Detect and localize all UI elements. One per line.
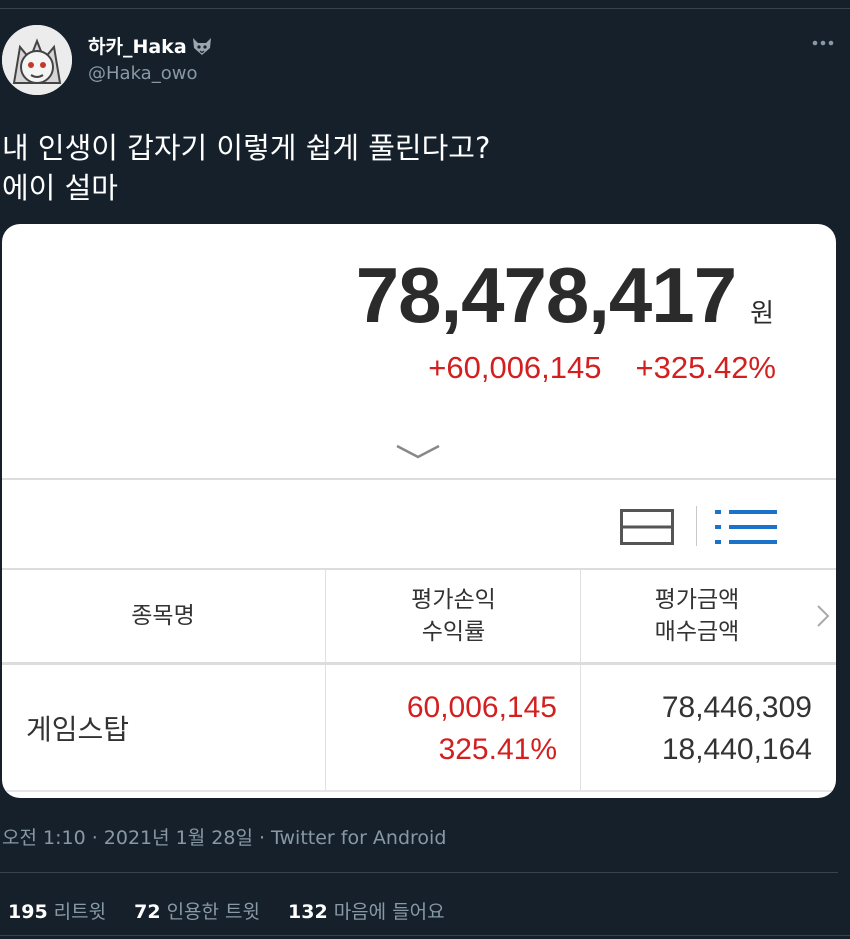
- stock-buy-amount: 18,440,164: [661, 733, 812, 766]
- grid-view-icon[interactable]: [620, 509, 674, 545]
- column-header-value[interactable]: 평가금액 매수금액: [580, 570, 813, 662]
- stock-eval-amount: 78,446,309: [661, 691, 812, 724]
- tweet-text: 내 인생이 갑자기 이렇게 쉽게 풀린다고? 에이 설마: [2, 128, 490, 208]
- stock-profit-cell: 60,006,145 325.41%: [325, 665, 557, 791]
- tweet-stats: 195 리트윗 72 인용한 트윗 132 마음에 들어요: [8, 897, 445, 924]
- column-header-profit-line-2: 수익률: [421, 619, 486, 645]
- attached-image-card[interactable]: 78,478,417 원 +60,006,145 +325.42% 종목명 평가: [2, 224, 836, 798]
- column-header-value-line-2: 매수금액: [654, 619, 740, 645]
- likes-count: 132: [288, 901, 328, 923]
- quote-tweets-count: 72: [134, 901, 161, 923]
- divider: [2, 478, 836, 480]
- total-change: +60,006,145 +325.42%: [428, 350, 776, 386]
- chevron-down-icon[interactable]: [394, 442, 442, 462]
- stock-profit-amount: 60,006,145: [406, 691, 557, 724]
- author-name-text: 하카_Haka: [88, 36, 187, 58]
- stock-name[interactable]: 게임스탑: [26, 665, 129, 791]
- retweets-label: 리트윗: [53, 901, 107, 923]
- author-display-name[interactable]: 하카_Haka: [88, 32, 213, 59]
- retweets-stat[interactable]: 195 리트윗: [8, 897, 106, 924]
- likes-stat[interactable]: 132 마음에 들어요: [288, 897, 445, 924]
- stock-profit-rate: 325.41%: [438, 733, 557, 766]
- divider: [2, 790, 836, 792]
- likes-label: 마음에 들어요: [333, 901, 445, 923]
- total-balance: 78,478,417 원: [356, 250, 774, 341]
- tweet-text-line-1: 내 인생이 갑자기 이렇게 쉽게 풀린다고?: [2, 131, 491, 165]
- divider: [0, 935, 850, 936]
- stock-value-cell: 78,446,309 18,440,164: [580, 665, 812, 791]
- column-header-profit-line-1: 평가손익: [411, 587, 496, 613]
- column-header-name-label: 종목명: [131, 603, 195, 629]
- column-header-value-line-1: 평가금액: [654, 587, 740, 613]
- tweet-timestamp[interactable]: 오전 1:10 · 2021년 1월 28일 · Twitter for And…: [2, 823, 446, 850]
- chevron-right-icon[interactable]: [816, 604, 830, 628]
- wolf-icon: [191, 36, 213, 56]
- total-amount: 78,478,417: [355, 251, 737, 339]
- list-view-icon[interactable]: [715, 508, 777, 546]
- change-percent: +325.42%: [635, 350, 776, 385]
- top-divider: [0, 8, 850, 9]
- total-unit: 원: [750, 299, 774, 329]
- quote-tweets-stat[interactable]: 72 인용한 트윗: [134, 897, 260, 924]
- author-handle[interactable]: @Haka_owo: [88, 63, 197, 84]
- quote-tweets-label: 인용한 트윗: [166, 901, 261, 923]
- change-amount: +60,006,145: [428, 350, 602, 385]
- column-header-profit[interactable]: 평가손익 수익률: [325, 570, 581, 662]
- toggle-separator: [696, 506, 697, 546]
- avatar[interactable]: [2, 25, 72, 95]
- retweets-count: 195: [8, 901, 48, 923]
- more-options-icon[interactable]: [808, 28, 838, 58]
- divider: [0, 872, 838, 873]
- tweet-text-line-2: 에이 설마: [2, 171, 118, 205]
- column-header-name[interactable]: 종목명: [2, 570, 324, 662]
